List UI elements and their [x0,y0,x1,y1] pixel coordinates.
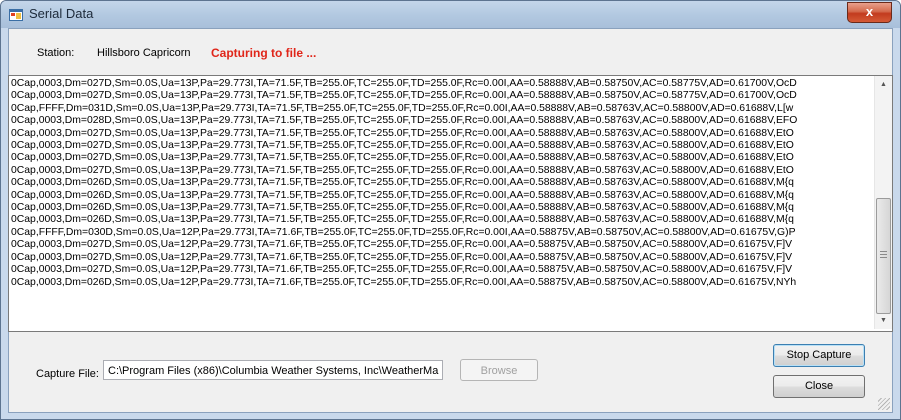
vertical-scrollbar[interactable]: ▲ ▼ [874,76,892,329]
log-line: 0Cap,0003,Dm=027D,Sm=0.0S,Ua=12P,Pa=29.7… [11,264,793,276]
capture-file-field[interactable]: C:\Program Files (x86)\Columbia Weather … [103,360,443,380]
stop-capture-button[interactable]: Stop Capture [773,344,865,367]
log-line: 0Cap,0003,Dm=026D,Sm=0.0S,Ua=13P,Pa=29.7… [11,202,794,214]
app-icon [9,9,23,21]
log-line: 0Cap,0003,Dm=027D,Sm=0.0S,Ua=13P,Pa=29.7… [11,127,794,139]
scroll-down-arrow-icon[interactable]: ▼ [875,312,892,329]
scroll-thumb[interactable] [876,198,891,314]
station-name: Hillsboro Capricorn [97,47,191,59]
window-title: Serial Data [29,6,94,21]
log-line: 0Cap,0003,Dm=027D,Sm=0.0S,Ua=13P,Pa=29.7… [11,90,797,102]
station-label: Station: [37,47,75,59]
serial-log-textbox[interactable]: 0Cap,0003,Dm=027D,Sm=0.0S,Ua=13P,Pa=29.7… [8,75,893,332]
title-bar[interactable]: Serial Data x [1,1,900,28]
log-lines: 0Cap,0003,Dm=027D,Sm=0.0S,Ua=13P,Pa=29.7… [11,78,873,289]
log-line: 0Cap,0003,Dm=027D,Sm=0.0S,Ua=13P,Pa=29.7… [11,164,794,176]
log-line: 0Cap,0003,Dm=026D,Sm=0.0S,Ua=13P,Pa=29.7… [11,189,794,201]
log-line: 0Cap,0003,Dm=027D,Sm=0.0S,Ua=12P,Pa=29.7… [11,239,793,251]
log-line: 0Cap,0003,Dm=026D,Sm=0.0S,Ua=13P,Pa=29.7… [11,177,794,189]
log-line: 0Cap,0003,Dm=028D,Sm=0.0S,Ua=13P,Pa=29.7… [11,115,798,127]
close-button[interactable]: Close [773,375,865,398]
resize-grip-icon[interactable] [878,398,890,410]
client-area: Station: Hillsboro Capricorn Capturing t… [8,28,893,413]
log-line: 0Cap,FFFF,Dm=030D,Sm=0.0S,Ua=12P,Pa=29.7… [11,226,796,238]
capture-file-label: Capture File: [36,368,99,380]
log-line: 0Cap,0003,Dm=027D,Sm=0.0S,Ua=13P,Pa=29.7… [11,140,794,152]
log-line: 0Cap,0003,Dm=027D,Sm=0.0S,Ua=12P,Pa=29.7… [11,251,793,263]
log-line: 0Cap,0003,Dm=026D,Sm=0.0S,Ua=13P,Pa=29.7… [11,214,794,226]
scroll-up-arrow-icon[interactable]: ▲ [875,76,892,93]
log-line: 0Cap,0003,Dm=026D,Sm=0.0S,Ua=12P,Pa=29.7… [11,276,797,288]
serial-data-window: Serial Data x Station: Hillsboro Caprico… [0,0,901,420]
browse-button: Browse [460,359,538,381]
log-line: 0Cap,0003,Dm=027D,Sm=0.0S,Ua=13P,Pa=29.7… [11,152,794,164]
capture-status: Capturing to file ... [211,46,317,60]
log-line: 0Cap,0003,Dm=027D,Sm=0.0S,Ua=13P,Pa=29.7… [11,78,797,89]
close-window-button[interactable]: x [847,2,892,23]
scroll-grip-icon [880,251,887,259]
log-line: 0Cap,FFFF,Dm=031D,Sm=0.0S,Ua=13P,Pa=29.7… [11,102,794,114]
